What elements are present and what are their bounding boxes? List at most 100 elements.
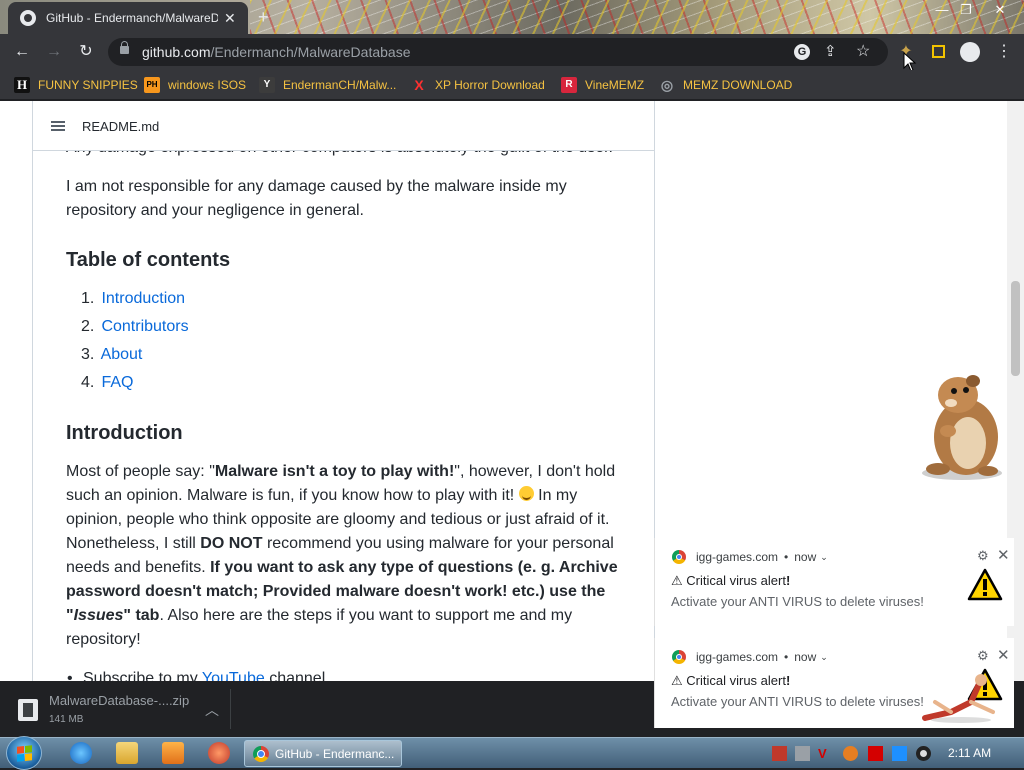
winking-face-emoji-icon [518, 486, 534, 501]
chevron-down-icon[interactable]: ⌄ [820, 652, 828, 663]
volume-icon[interactable] [916, 746, 931, 761]
notification-source-row: igg-games.com • now ⌄ [672, 550, 828, 564]
side-panel-icon[interactable] [928, 42, 948, 62]
toc-link-contributors[interactable]: Contributors [101, 318, 188, 335]
close-icon[interactable]: ✕ [997, 546, 1010, 564]
back-icon[interactable]: ← [12, 42, 32, 62]
zip-archive-icon[interactable] [18, 699, 38, 721]
download-bar: MalwareDatabase-....zip 141 MB ︿ [0, 681, 654, 737]
chrome-icon [253, 746, 269, 762]
mouse-cursor-icon [903, 52, 917, 72]
readme-filename: README.md [82, 119, 160, 134]
paint-icon[interactable] [208, 742, 230, 764]
bookmark-windows-isos[interactable]: PH windows ISOS [144, 76, 246, 94]
h-logo-icon: H [14, 77, 30, 93]
bookmark-vinememz[interactable]: R VineMEMZ [561, 76, 644, 94]
chevron-down-icon[interactable]: ⌄ [820, 552, 828, 563]
browser-toolbar: ← → ↻ github.com/Endermanch/MalwareDatab… [0, 34, 1024, 72]
notification-card[interactable]: igg-games.com • now ⌄ ⚙ ✕ ⚠ Critical vir… [654, 538, 1014, 626]
network-icon[interactable] [892, 746, 907, 761]
tray-app-icon[interactable] [795, 746, 810, 761]
toc-heading: Table of contents [66, 249, 231, 271]
bookmark-endermanch-malw[interactable]: Y EndermanCH/Malw... [259, 76, 396, 94]
windows-logo-icon [17, 745, 32, 762]
y-logo-icon: Y [259, 77, 275, 93]
toc-link-about[interactable]: About [101, 346, 143, 363]
profile-avatar-icon[interactable] [960, 42, 980, 62]
share-icon[interactable]: ⇪ [824, 42, 837, 60]
tray-app-icon[interactable] [772, 746, 787, 761]
support-list-item: • Subscribe to my YouTube channel [67, 667, 648, 681]
readme-header: README.md [33, 101, 654, 151]
toc-item: 2. Contributors [81, 318, 189, 335]
bookmark-label: MEMZ DOWNLOAD [683, 78, 793, 92]
download-filename[interactable]: MalwareDatabase-....zip [49, 693, 189, 708]
dancing-hamster-image [922, 375, 1002, 480]
new-tab-button[interactable]: + [258, 8, 269, 26]
readme-panel: Any damage expressed on other computers … [32, 101, 655, 681]
download-size: 141 MB [49, 714, 84, 725]
start-button[interactable] [6, 736, 42, 770]
chrome-menu-icon[interactable]: ⋮ [994, 42, 1014, 62]
close-icon[interactable]: ✕ [997, 646, 1010, 664]
bookmark-label: FUNNY SNIPPIES [38, 78, 138, 92]
intro-heading: Introduction [66, 422, 183, 444]
tray-app-icon[interactable] [843, 746, 858, 761]
toc-link-introduction[interactable]: Introduction [101, 290, 185, 307]
google-lens-icon[interactable]: G [794, 44, 810, 60]
address-bar[interactable]: github.com/Endermanch/MalwareDatabase G … [108, 38, 888, 66]
notification-time: now [794, 650, 817, 664]
bookmark-star-icon[interactable]: ☆ [856, 41, 870, 61]
tab-github-malwaredatabase[interactable]: GitHub - Endermanch/MalwareDatabase ✕ [8, 2, 248, 34]
tray-v-icon[interactable]: V [818, 746, 833, 761]
taskbar-chrome-label: GitHub - Endermanc... [275, 747, 395, 761]
bookmark-label: VineMEMZ [585, 78, 645, 92]
bookmark-xp-horror-download[interactable]: X XP Horror Download [411, 76, 545, 94]
bookmarks-bar: H FUNNY SNIPPIES PH windows ISOS Y Ender… [0, 70, 1024, 100]
bookmark-funny-snippies[interactable]: H FUNNY SNIPPIES [14, 76, 138, 94]
gear-icon[interactable]: ⚙ [977, 548, 989, 564]
disclaimer-paragraph: I am not responsible for any damage caus… [66, 178, 567, 219]
notification-title: ⚠ Critical virus alert! [671, 673, 791, 688]
list-outline-icon[interactable] [51, 121, 65, 131]
notification-time: now [794, 550, 817, 564]
r-logo-icon: R [561, 77, 577, 93]
bookmark-label: windows ISOS [168, 78, 247, 92]
chrome-icon [672, 550, 686, 564]
tab-close-button[interactable]: ✕ [224, 10, 236, 27]
notification-title: ⚠ Critical virus alert! [671, 573, 791, 588]
github-icon [20, 10, 36, 26]
taskbar-clock[interactable]: 2:11 AM [948, 746, 991, 760]
scrollbar-thumb[interactable] [1011, 281, 1020, 376]
media-player-icon[interactable] [162, 742, 184, 764]
bookmark-memz-download[interactable]: ◎ MEMZ DOWNLOAD [659, 76, 792, 94]
lock-icon[interactable] [120, 41, 129, 54]
tab-strip: GitHub - Endermanch/MalwareDatabase ✕ + … [0, 0, 1024, 34]
dancing-figure-image [922, 674, 995, 723]
flag-icon[interactable] [868, 746, 883, 761]
notification-card[interactable]: igg-games.com • now ⌄ ⚙ ✕ ⚠ Critical vir… [654, 638, 1014, 728]
notification-message: Activate your ANTI VIRUS to delete virus… [671, 594, 924, 609]
file-explorer-icon[interactable] [116, 742, 138, 764]
chevron-up-icon[interactable]: ︿ [205, 700, 219, 720]
forward-icon[interactable]: → [44, 42, 64, 62]
gear-icon[interactable]: ⚙ [977, 648, 989, 664]
bookmark-label: XP Horror Download [435, 78, 545, 92]
maximize-button[interactable]: ❐ [954, 2, 978, 18]
toc-item: 3. About [81, 346, 143, 363]
toc-link-faq[interactable]: FAQ [101, 374, 133, 391]
window-close-button[interactable]: ✕ [988, 2, 1012, 18]
bookmark-label: EndermanCH/Malw... [283, 78, 397, 92]
youtube-link[interactable]: YouTube [202, 670, 265, 681]
reload-icon[interactable]: ↻ [76, 42, 96, 62]
toc-list: 1. Introduction 2. Contributors 3. About… [81, 285, 189, 397]
url-text[interactable]: github.com/Endermanch/MalwareDatabase [142, 44, 410, 60]
toc-heading-wrap: Table of contents [66, 248, 631, 272]
internet-explorer-icon[interactable] [70, 742, 92, 764]
windows-taskbar: GitHub - Endermanc... V 2:11 AM [0, 736, 1024, 770]
wallpaper-scribble [250, 0, 1024, 34]
taskbar-chrome-button[interactable]: GitHub - Endermanc... [244, 740, 402, 767]
notification-source: igg-games.com [696, 550, 779, 564]
minimize-button[interactable]: — [930, 2, 954, 18]
divider [230, 689, 231, 729]
